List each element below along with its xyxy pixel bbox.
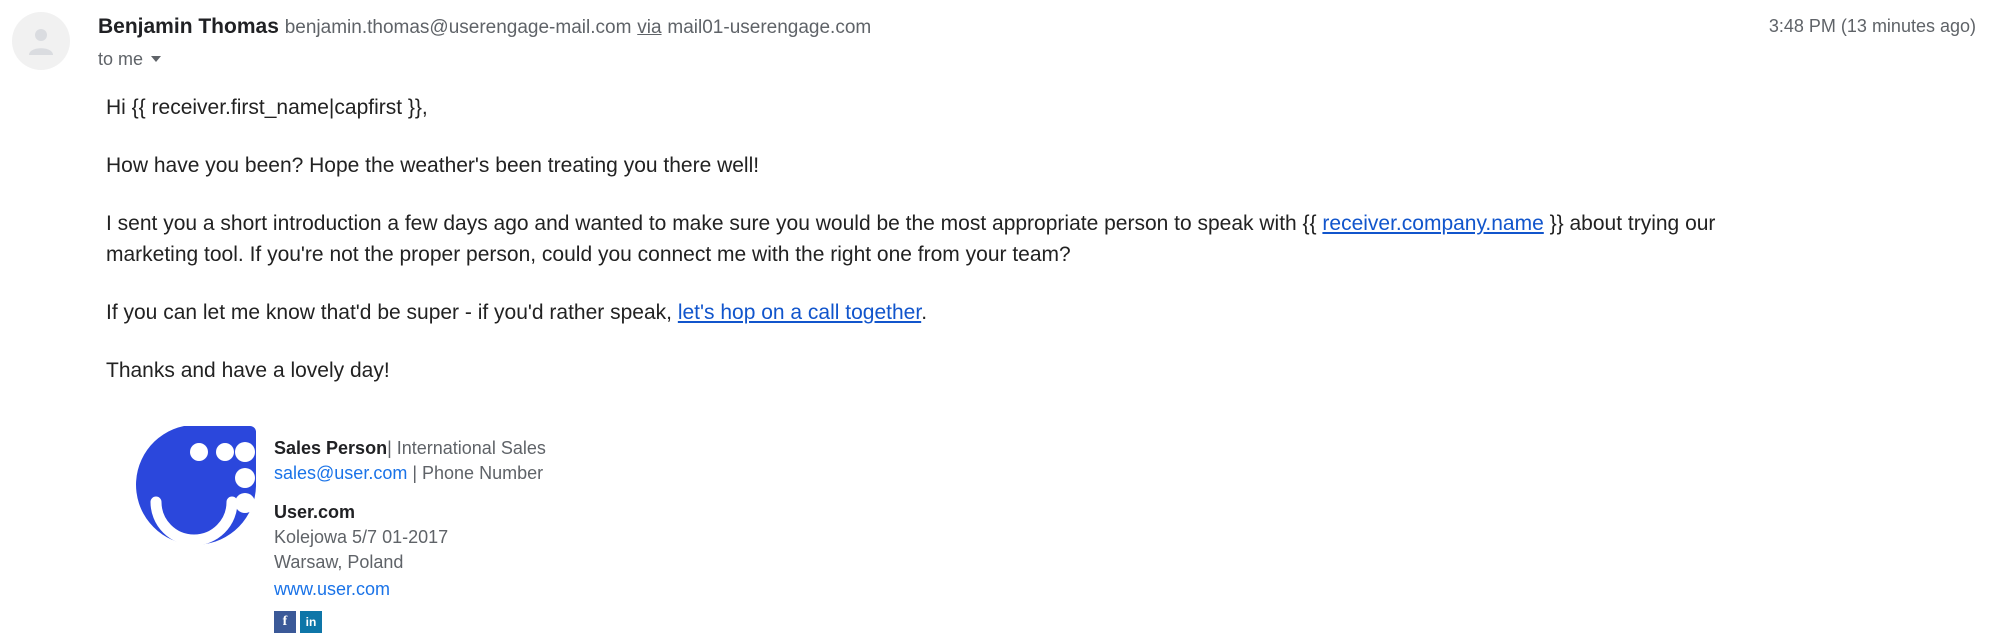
signature-person-title: International Sales [391,438,546,458]
via-host: mail01-userengage.com [667,17,872,38]
signature-address-line-2: Warsaw, Poland [274,552,404,572]
user-com-smiley-logo [124,424,256,546]
paragraph-1: How have you been? Hope the weather's be… [106,154,760,177]
signature-address-line-1: Kolejowa 5/7 01-2017 [274,527,449,547]
signature-company-name: User.com [274,502,356,522]
signature-phone: Phone Number [422,463,544,483]
chevron-down-icon [151,56,162,62]
paragraph-2: I sent you a short introduction a few da… [106,208,1746,270]
sender-email: benjamin.thomas@userengage-mail.com [284,17,632,38]
greeting-paragraph: Hi {{ receiver.first_name|capfirst }}, [106,96,428,119]
signature-website-link[interactable]: www.user.com [274,579,390,599]
sender-line: Benjamin Thomas benjamin.thomas@userenga… [98,13,1976,41]
email-header: Benjamin Thomas benjamin.thomas@userenga… [0,10,2000,70]
email-message: Benjamin Thomas benjamin.thomas@userenga… [0,0,2000,642]
paragraph-3: If you can let me know that'd be super -… [106,297,1746,328]
signature-person-name: Sales Person [274,438,388,458]
linkedin-icon[interactable]: in [300,611,322,633]
header-text-block: Benjamin Thomas benjamin.thomas@userenga… [98,10,1976,70]
signature-email-link[interactable]: sales@user.com [274,463,407,483]
email-signature: Sales Person| International Sales sales@… [106,424,1976,633]
recipient-dropdown[interactable]: to me [98,48,162,70]
sender-name: Benjamin Thomas [98,15,279,38]
receiver-company-name-link[interactable]: receiver.company.name [1322,212,1543,235]
recipient-label: to me [98,49,144,69]
book-a-call-link[interactable]: let's hop on a call together [678,301,921,324]
email-body: Hi {{ receiver.first_name|capfirst }}, H… [0,92,2000,633]
paragraph-2-text-before: I sent you a short introduction a few da… [106,212,1323,235]
paragraph-3-text-after: . [921,301,928,324]
signature-text-block: Sales Person| International Sales sales@… [274,424,546,633]
closing-paragraph: Thanks and have a lovely day! [106,359,390,382]
timestamp: 3:48 PM (13 minutes ago) [1768,16,1976,36]
signature-name-line: Sales Person| International Sales [274,436,546,461]
signature-website-row: www.user.com [274,577,546,602]
signature-contact-line: sales@user.com | Phone Number [274,461,546,486]
paragraph-3-text-before: If you can let me know that'd be super -… [106,301,678,324]
signature-social-row: f in [274,611,546,633]
facebook-icon[interactable]: f [274,611,296,633]
avatar [12,12,70,70]
via-link[interactable]: via [637,17,661,38]
signature-contact-separator: | [407,463,423,483]
